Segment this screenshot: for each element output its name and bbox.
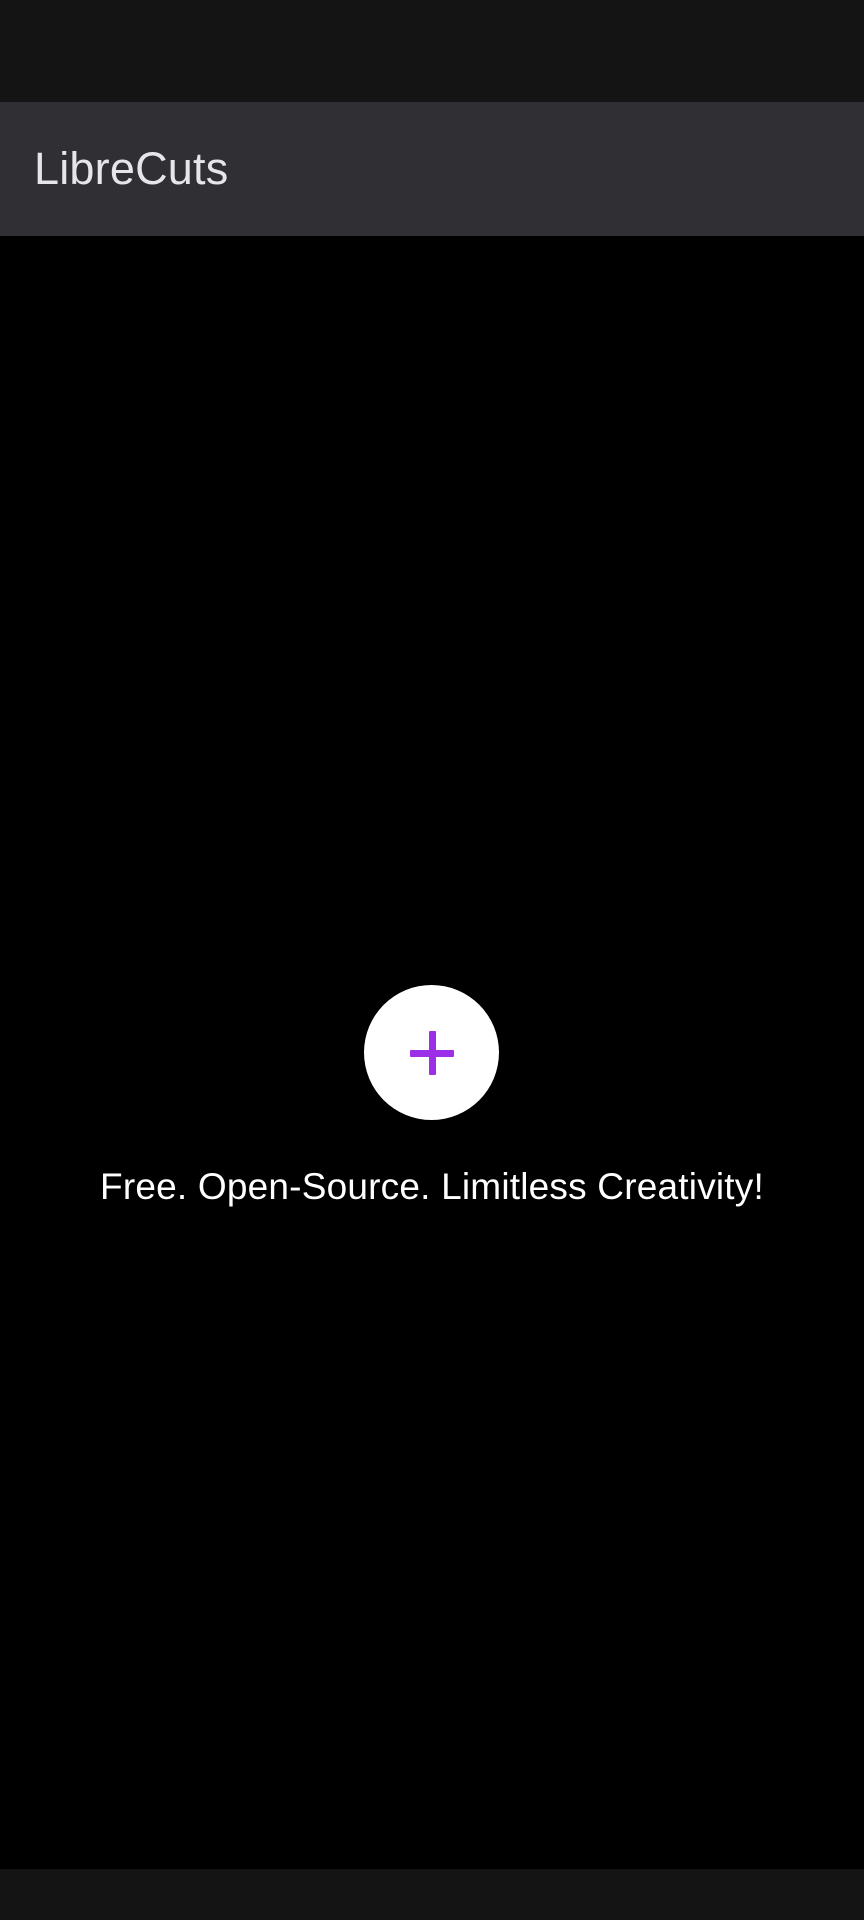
add-project-button[interactable] [364, 985, 499, 1120]
plus-icon [409, 1030, 454, 1075]
main-content: Free. Open-Source. Limitless Creativity! [0, 236, 864, 1869]
app-bar: LibreCuts [0, 102, 864, 236]
navigation-bar [0, 1869, 864, 1920]
status-bar [0, 0, 864, 102]
app-title: LibreCuts [34, 143, 229, 194]
tagline: Free. Open-Source. Limitless Creativity! [100, 1166, 764, 1207]
